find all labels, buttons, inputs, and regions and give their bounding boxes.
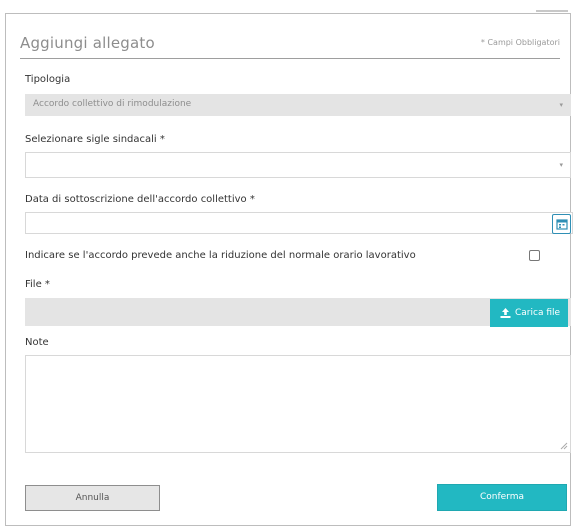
resize-handle-icon[interactable] <box>560 442 568 450</box>
upload-file-button[interactable]: Carica file <box>490 299 568 327</box>
corner-decoration <box>536 10 568 12</box>
data-sottoscrizione-input[interactable] <box>25 212 573 234</box>
calendar-button[interactable] <box>552 214 571 234</box>
cancel-button[interactable]: Annulla <box>25 485 160 511</box>
upload-icon <box>500 308 511 318</box>
riduzione-orario-checkbox[interactable] <box>529 250 540 261</box>
riduzione-orario-label: Indicare se l'accordo prevede anche la r… <box>25 250 416 261</box>
title-divider <box>20 58 560 59</box>
sigle-select[interactable]: ▾ <box>25 152 571 178</box>
file-label: File * <box>25 279 50 290</box>
tipologia-value: Accordo collettivo di rimodulazione <box>33 99 192 109</box>
upload-button-label: Carica file <box>515 308 561 318</box>
data-sottoscrizione-label: Data di sottoscrizione dell'accordo coll… <box>25 194 255 205</box>
tipologia-select: Accordo collettivo di rimodulazione ▾ <box>25 94 571 116</box>
calendar-icon <box>556 219 568 230</box>
note-textarea[interactable] <box>25 355 571 453</box>
required-fields-note: * Campi Obbligatori <box>480 38 560 47</box>
tipologia-label: Tipologia <box>25 74 71 85</box>
sigle-label: Selezionare sigle sindacali * <box>25 134 165 145</box>
note-label: Note <box>25 337 49 348</box>
chevron-down-icon: ▾ <box>559 101 563 109</box>
confirm-button[interactable]: Conferma <box>437 484 567 511</box>
file-input: Carica file <box>25 298 571 327</box>
dialog-title: Aggiungi allegato <box>20 34 155 52</box>
chevron-down-icon: ▾ <box>559 161 563 169</box>
